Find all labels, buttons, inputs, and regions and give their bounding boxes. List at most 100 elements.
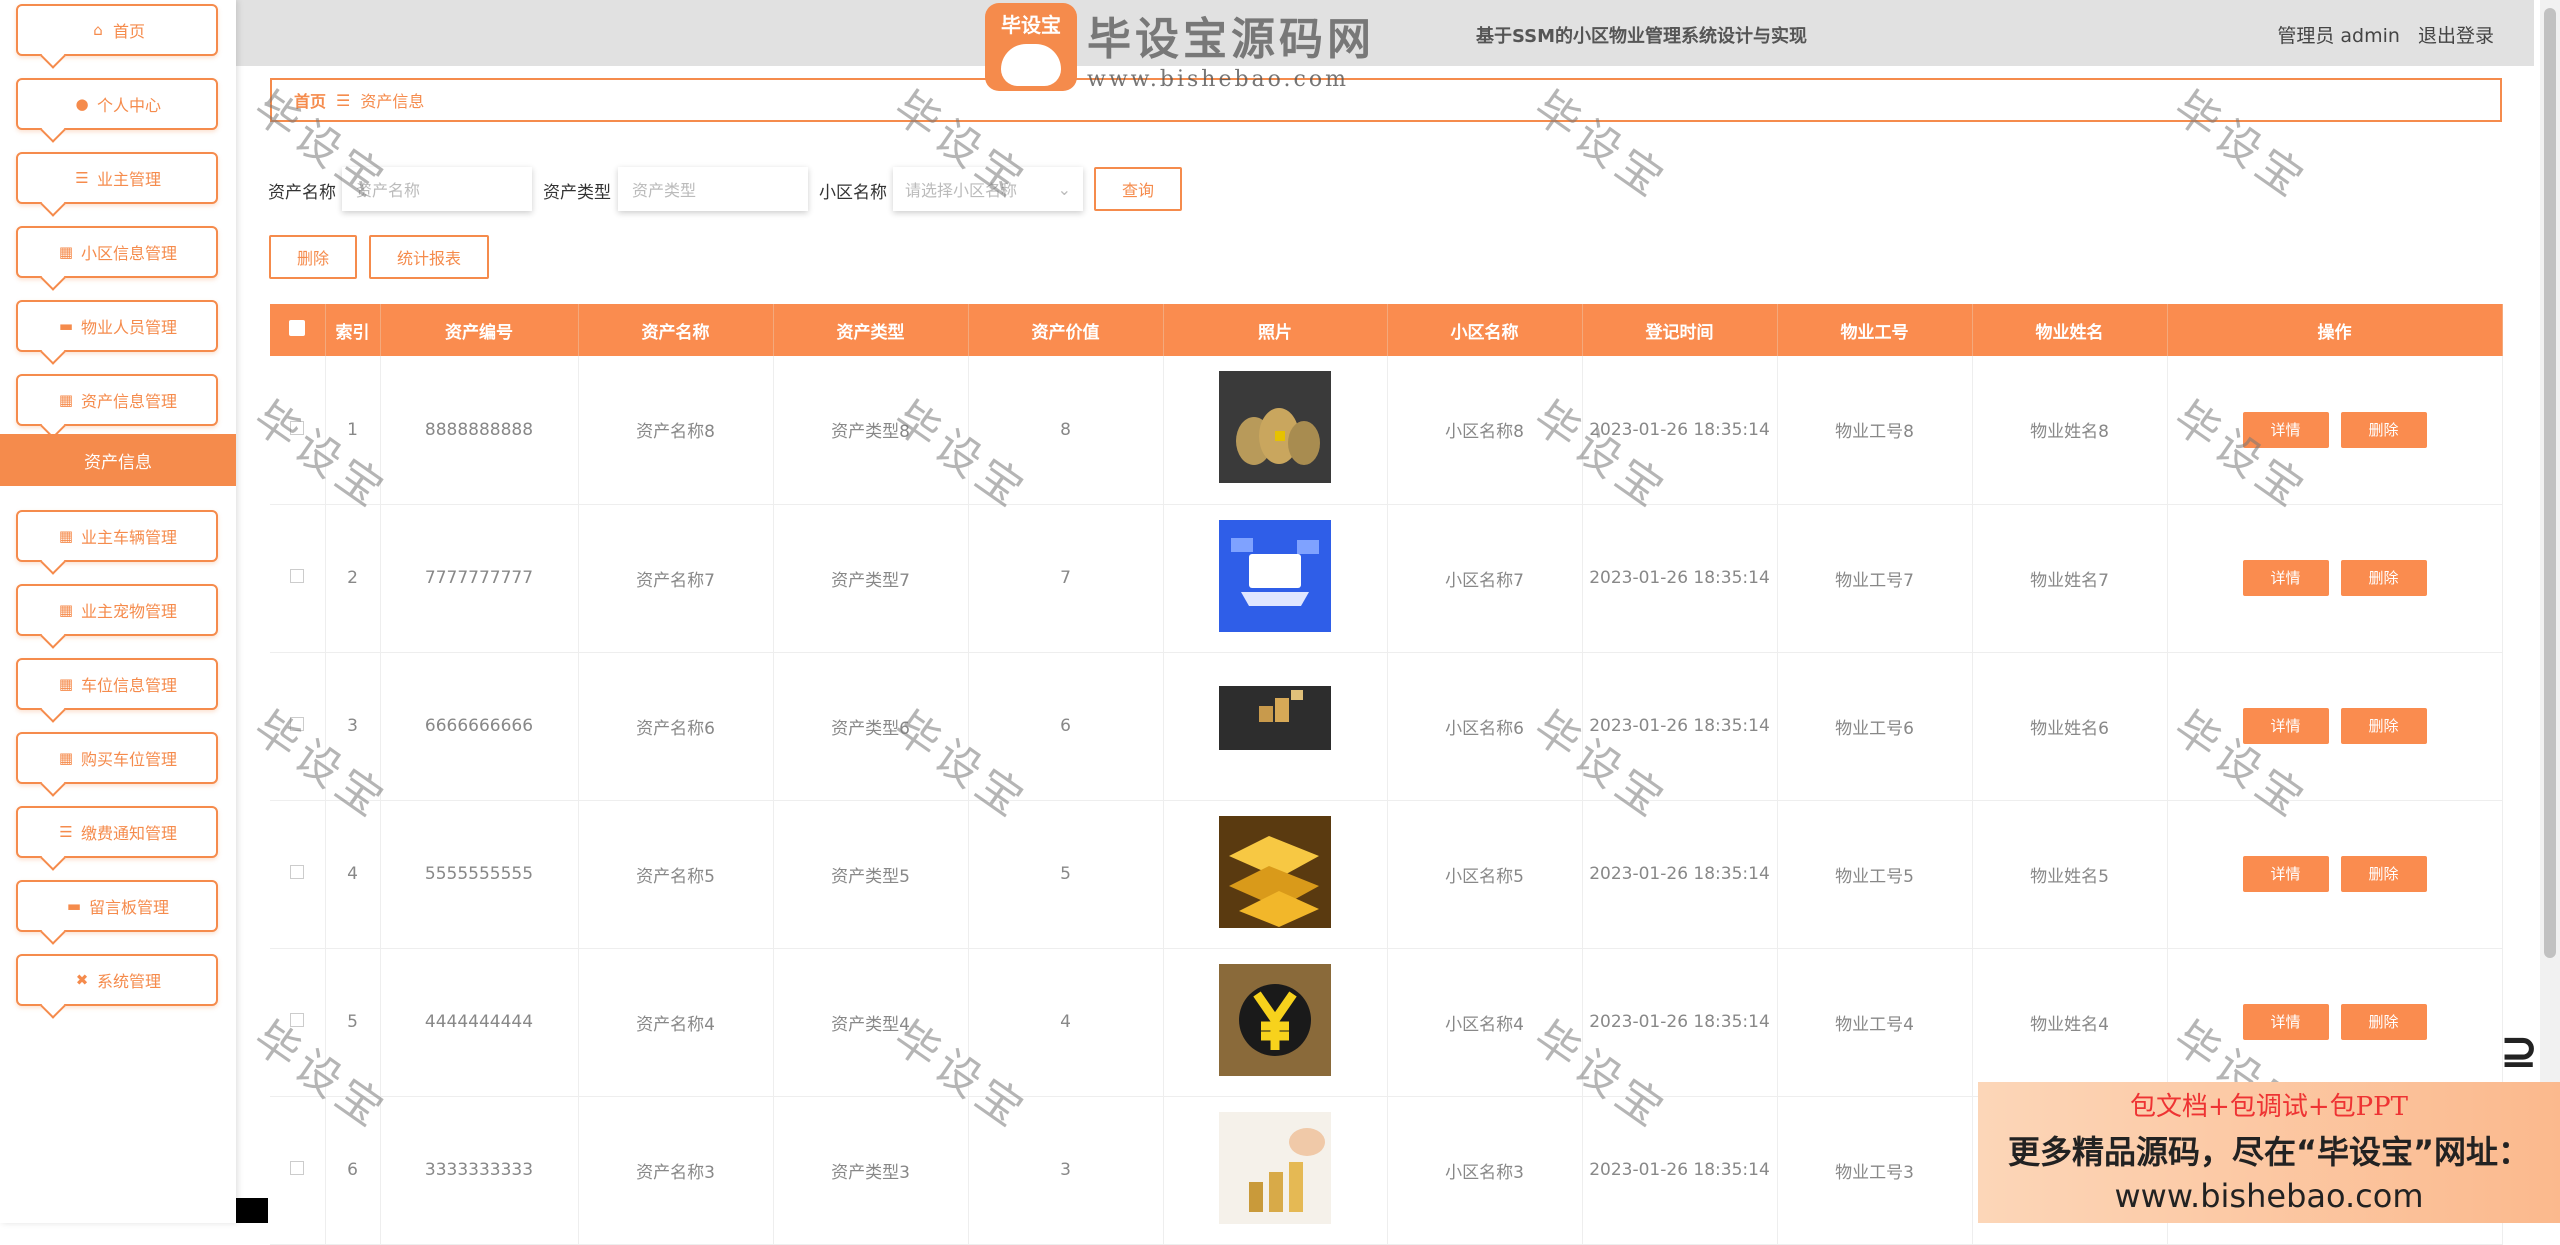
sidebar-item[interactable]: ▦ 业主车辆管理: [16, 510, 218, 562]
asset-photo[interactable]: [1219, 519, 1331, 637]
cell-index: 1: [325, 356, 381, 505]
asset-name-input[interactable]: 资产名称: [342, 167, 532, 211]
cell-asset-value: 7: [968, 504, 1164, 653]
sidebar-item[interactable]: ● 个人中心: [16, 78, 218, 130]
row-checkbox[interactable]: [290, 717, 305, 731]
column-header: 物业姓名: [1972, 304, 2168, 356]
row-checkbox[interactable]: [290, 1161, 305, 1175]
sidebar-item[interactable]: ⌂ 首页: [16, 4, 218, 56]
table-row[interactable]: 2 7777777777 资产名称7 资产类型7 7 小区名称7 2023-01-26 18…: [270, 504, 2503, 653]
cell-index: 3: [325, 652, 381, 801]
sidebar-item[interactable]: ▦ 小区信息管理: [16, 226, 218, 278]
cell-asset-type: 资产类型3: [773, 1096, 969, 1245]
system-title: 基于SSM的小区物业管理系统设计与实现: [1476, 26, 1808, 47]
sidebar-subitem-asset-info[interactable]: 资产信息: [0, 434, 236, 486]
cell-photo: [1163, 652, 1388, 801]
settings-icon: ✖: [75, 971, 89, 989]
cell-register-time: 2023-01-26 18:35:14: [1582, 1096, 1778, 1245]
detail-button[interactable]: 详情: [2242, 856, 2329, 892]
cell-photo: [1163, 356, 1388, 505]
column-header: 索引: [325, 304, 381, 356]
table-row[interactable]: 1 8888888888 资产名称8 资产类型8 8 小区名称8 2023-01-26 18…: [270, 356, 2503, 505]
cell-staff-name: 物业姓名8: [1972, 356, 2168, 505]
row-select-cell[interactable]: [270, 800, 326, 949]
asset-photo[interactable]: [1219, 963, 1331, 1081]
sidebar-item[interactable]: ▦ 资产信息管理: [16, 374, 218, 426]
select-all-checkbox[interactable]: [289, 319, 306, 336]
detail-button[interactable]: 详情: [2242, 708, 2329, 744]
table-row[interactable]: 4 5555555555 资产名称5 资产类型5 5 小区名称5 2023-01-26 18…: [270, 800, 2503, 949]
sidebar-item[interactable]: ▦ 购买车位管理: [16, 732, 218, 784]
cell-register-time: 2023-01-26 18:35:14: [1582, 652, 1778, 801]
asset-photo[interactable]: [1219, 371, 1331, 488]
cell-asset-code: 5555555555: [380, 800, 579, 949]
sidebar-item[interactable]: ▦ 车位信息管理: [16, 658, 218, 710]
row-delete-button[interactable]: 删除: [2340, 856, 2427, 892]
detail-button[interactable]: 详情: [2242, 411, 2329, 448]
asset-photo[interactable]: [1219, 1111, 1331, 1229]
table-row[interactable]: 5 4444444444 资产名称4 资产类型4 4 小区名称4 2023-01-26 18…: [270, 948, 2503, 1097]
row-select-cell[interactable]: [270, 1096, 326, 1245]
row-delete-button[interactable]: 删除: [2340, 1004, 2427, 1040]
cell-actions: 详情删除: [2167, 948, 2503, 1097]
sidebar-item[interactable]: ☰ 业主管理: [16, 152, 218, 204]
user-icon: ●: [75, 95, 89, 113]
stats-report-button[interactable]: 统计报表: [369, 235, 489, 279]
sidebar-item-label: 资产信息管理: [80, 392, 177, 411]
cell-staff-name: 物业姓名5: [1972, 800, 2168, 949]
scroll-thumb[interactable]: [2544, 8, 2556, 958]
logout-link[interactable]: 退出登录: [2418, 25, 2494, 47]
row-select-cell[interactable]: [270, 356, 326, 505]
detail-button[interactable]: 详情: [2242, 1004, 2329, 1040]
row-checkbox[interactable]: [290, 420, 305, 435]
cell-asset-name: 资产名称5: [578, 800, 774, 949]
row-checkbox[interactable]: [290, 569, 305, 583]
row-select-cell[interactable]: [270, 948, 326, 1097]
query-button[interactable]: 查询: [1094, 167, 1182, 211]
current-user: 管理员 admin: [2277, 25, 2400, 47]
breadcrumb-home[interactable]: 首页: [294, 88, 326, 112]
row-checkbox[interactable]: [290, 865, 305, 879]
row-select-cell[interactable]: [270, 652, 326, 801]
cell-index: 2: [325, 504, 381, 653]
asset-photo[interactable]: [1219, 815, 1331, 933]
column-header: 资产名称: [578, 304, 774, 356]
cell-community: 小区名称4: [1387, 948, 1583, 1097]
cell-community: 小区名称7: [1387, 504, 1583, 653]
cell-actions: 详情删除: [2167, 652, 2503, 801]
select-all-header[interactable]: [270, 304, 326, 356]
column-header: 物业工号: [1777, 304, 1973, 356]
vertical-scrollbar[interactable]: [2540, 0, 2560, 1223]
row-checkbox[interactable]: [290, 1013, 305, 1027]
sidebar-item[interactable]: ▬ 留言板管理: [16, 880, 218, 932]
detail-button[interactable]: 详情: [2242, 560, 2329, 596]
sidebar-item[interactable]: ✖ 系统管理: [16, 954, 218, 1006]
apps-icon: ▦: [58, 749, 74, 767]
cell-actions: 详情删除: [2167, 800, 2503, 949]
user-info: 管理员 admin 退出登录: [2265, 21, 2494, 48]
row-select-cell[interactable]: [270, 504, 326, 653]
asset-photo[interactable]: [1219, 667, 1331, 785]
sidebar-item-label: 留言板管理: [88, 898, 169, 917]
list-icon: ☰: [75, 169, 89, 187]
sidebar-item-label: 小区信息管理: [80, 244, 177, 263]
cell-register-time: 2023-01-26 18:35:14: [1582, 800, 1778, 949]
delete-selected-button[interactable]: 删除: [269, 235, 357, 279]
table-row[interactable]: 3 6666666666 资产名称6 资产类型6 6 小区名称6 2023-01-26 18…: [270, 652, 2503, 801]
community-select[interactable]: 请选择小区名称 ⌄: [893, 167, 1083, 211]
cell-asset-name: 资产名称7: [578, 504, 774, 653]
floating-widget-icon[interactable]: ⊇: [2500, 1024, 2539, 1078]
breadcrumb: 首页 ☰ 资产信息: [270, 78, 2502, 122]
sidebar-item-label: 车位信息管理: [80, 676, 177, 695]
promo-line-3: www.bishebao.com: [2114, 1177, 2424, 1215]
table-header-row: 索引 资产编号 资产名称 资产类型 资产价值 照片 小区名称 登记时间 物业工号…: [270, 304, 2503, 356]
row-delete-button[interactable]: 删除: [2340, 708, 2427, 744]
row-delete-button[interactable]: 删除: [2340, 411, 2427, 448]
sidebar-item[interactable]: ▦ 业主宠物管理: [16, 584, 218, 636]
sidebar-item[interactable]: ☰ 缴费通知管理: [16, 806, 218, 858]
asset-type-input[interactable]: 资产类型: [618, 167, 808, 211]
sidebar-item-label: 业主车辆管理: [80, 528, 177, 547]
sidebar-item[interactable]: ▬ 物业人员管理: [16, 300, 218, 352]
cell-asset-type: 资产类型7: [773, 504, 969, 653]
row-delete-button[interactable]: 删除: [2340, 560, 2427, 596]
